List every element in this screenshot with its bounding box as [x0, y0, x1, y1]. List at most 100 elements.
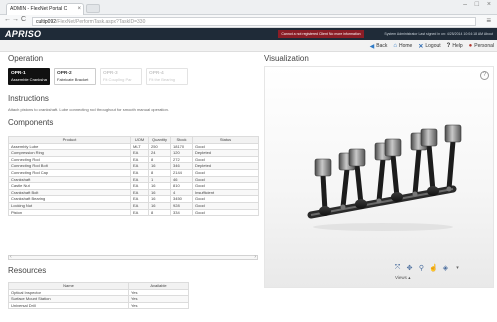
table-row[interactable]: Castle Nut EA 16 810 Good — [8, 182, 259, 190]
column-header-status[interactable]: Status — [192, 136, 259, 144]
table-row[interactable]: Crankshaft Bearing EA 16 3450 Good — [8, 195, 259, 203]
back-link[interactable]: ◀ Back — [370, 43, 388, 50]
info-icon[interactable]: ? — [480, 71, 489, 80]
browser-tab[interactable]: ADMIN - FlexNet Portal C × — [6, 3, 84, 15]
column-header-quantity[interactable]: Quantity — [148, 136, 171, 144]
window-close-icon[interactable]: × — [487, 1, 491, 8]
table-cell: Good — [192, 155, 259, 164]
column-header-product[interactable]: Product — [8, 136, 131, 144]
table-cell: 16 — [148, 182, 171, 190]
views-label: Views — [395, 275, 407, 280]
home-link[interactable]: ⌂ Home — [393, 43, 412, 49]
column-header-available[interactable]: Available — [128, 282, 189, 290]
table-cell: 18170 — [170, 142, 193, 151]
table-cell: 46 — [170, 175, 193, 184]
table-cell: Yes — [128, 288, 189, 297]
visualization-heading: Visualization — [264, 54, 309, 63]
table-cell: MLT — [130, 142, 149, 151]
column-header-uom[interactable]: UOM — [130, 136, 149, 144]
personal-link[interactable]: ● Personal — [469, 43, 494, 49]
table-row[interactable]: Crankshaft Bolt EA 16 4 Insufficient — [8, 188, 259, 197]
operation-desc: Fabricate Bracket — [57, 77, 89, 82]
tab-close-icon[interactable]: × — [77, 4, 81, 15]
table-cell: Compression Ring — [8, 149, 131, 157]
reload-icon[interactable]: C — [21, 16, 26, 23]
visualization-viewport[interactable]: ? ⤧ ✥ ⚲ ☝ ◈ ▾ Views ▴ — [264, 66, 494, 288]
url-field[interactable]: cultip092/FlexNet/PerformTask.aspx?TaskI… — [32, 17, 476, 26]
operation-card-opr-4: OPR-4 Fit the Bearing — [146, 68, 188, 85]
operation-card-opr-1[interactable]: OPR-1 Assemble Crankshaft — [8, 68, 50, 85]
maximize-icon[interactable]: □ — [475, 1, 479, 8]
rotate-icon[interactable]: ⤧ — [393, 263, 402, 272]
scroll-right-icon[interactable]: › — [254, 254, 256, 260]
minimize-icon[interactable]: – — [463, 1, 467, 8]
table-row[interactable]: Locking Nut EA 16 928 Good — [8, 201, 259, 210]
left-panel: Operation OPR-1 Assemble Crankshaft OPR-… — [8, 54, 259, 310]
table-cell: EA — [130, 188, 149, 197]
table-cell: Crankshaft Bearing — [8, 195, 131, 203]
help-link-label: Help — [452, 43, 463, 49]
chevron-down-icon[interactable]: ▾ — [453, 263, 462, 272]
table-cell: 120 — [170, 149, 193, 157]
operation-heading: Operation — [8, 54, 44, 63]
table-cell: 16 — [148, 188, 171, 197]
table-row[interactable]: Piston EA 8 334 Good — [8, 208, 259, 217]
table-cell: 16 — [148, 195, 171, 203]
table-cell: EA — [130, 162, 149, 170]
table-cell: EA — [130, 208, 149, 217]
table-cell: Locking Nut — [8, 201, 131, 210]
instructions-heading: Instructions — [8, 94, 49, 103]
forward-arrow-icon[interactable]: → — [12, 16, 19, 23]
table-cell: Good — [192, 142, 259, 151]
table-row[interactable]: Connecting Rod Cap EA 8 2144 Good — [8, 168, 259, 177]
browser-menu-icon[interactable]: ≡ — [486, 16, 491, 25]
back-arrow-icon[interactable]: ← — [4, 16, 11, 23]
select-icon[interactable]: ☝ — [429, 263, 438, 272]
user-info: System Administrator Last signed in on: … — [384, 32, 493, 36]
table-row[interactable]: Compression Ring EA 24 120 Depleted — [8, 149, 259, 157]
new-tab-button[interactable] — [86, 4, 100, 13]
table-cell: 1 — [148, 175, 171, 184]
table-cell: 16 — [148, 201, 171, 210]
help-link[interactable]: ? Help — [447, 43, 463, 49]
table-cell: Good — [192, 182, 259, 190]
back-link-label: Back — [376, 43, 388, 49]
personal-link-label: Personal — [474, 43, 494, 49]
column-header-name[interactable]: Name — [8, 282, 129, 290]
table-row[interactable]: Universal Drill Yes — [8, 301, 189, 310]
home-icon: ⌂ — [393, 43, 397, 49]
column-header-stock[interactable]: Stock — [170, 136, 193, 144]
components-heading: Components — [8, 118, 54, 127]
table-cell: Connecting Rod Cap — [8, 168, 131, 177]
client-notice[interactable]: Cannot a not registered Client No more i… — [278, 30, 364, 38]
scroll-left-icon[interactable]: ‹ — [10, 254, 12, 260]
table-cell: 272 — [170, 155, 193, 164]
app-header: APRISO Cannot a not registered Client No… — [0, 28, 497, 40]
home-link-label: Home — [399, 43, 413, 49]
table-row[interactable]: Connecting Rod Bolt EA 16 346 Depleted — [8, 162, 259, 170]
pan-icon[interactable]: ✥ — [405, 263, 414, 272]
table-cell: Good — [192, 208, 259, 217]
table-row[interactable]: Connecting Rod EA 8 272 Good — [8, 155, 259, 164]
views-dropdown[interactable]: Views ▴ — [395, 275, 410, 281]
operation-card-opr-2[interactable]: OPR-2 Fabricate Bracket — [54, 68, 96, 85]
table-cell: 4 — [170, 188, 193, 197]
operation-list: OPR-1 Assemble Crankshaft OPR-2 Fabricat… — [8, 68, 188, 85]
table-cell: 24 — [148, 149, 171, 157]
operation-desc: Fit Coupling Par — [103, 77, 132, 82]
operation-card-opr-3: OPR-3 Fit Coupling Par — [100, 68, 142, 85]
table-cell: Castle Nut — [8, 182, 131, 190]
table-row[interactable]: Optical Inspector Yes — [8, 288, 189, 297]
table-cell: EA — [130, 195, 149, 203]
cube-icon[interactable]: ◈ — [441, 263, 450, 272]
table-row[interactable]: Crankshaft EA 1 46 Good — [8, 175, 259, 184]
table-cell: 250 — [148, 142, 171, 151]
components-horizontal-scrollbar[interactable]: ‹ › — [8, 254, 258, 260]
table-row[interactable]: Surface Mount Station Yes — [8, 295, 189, 303]
engine-model[interactable] — [303, 123, 463, 233]
logout-link[interactable]: ✕ Logout — [418, 43, 440, 50]
table-row[interactable]: Assembly Lube MLT 250 18170 Good — [8, 142, 259, 151]
zoom-icon[interactable]: ⚲ — [417, 263, 426, 272]
components-table: Product UOM Quantity Stock Status Assemb… — [8, 136, 259, 217]
table-cell: 8 — [148, 208, 171, 217]
